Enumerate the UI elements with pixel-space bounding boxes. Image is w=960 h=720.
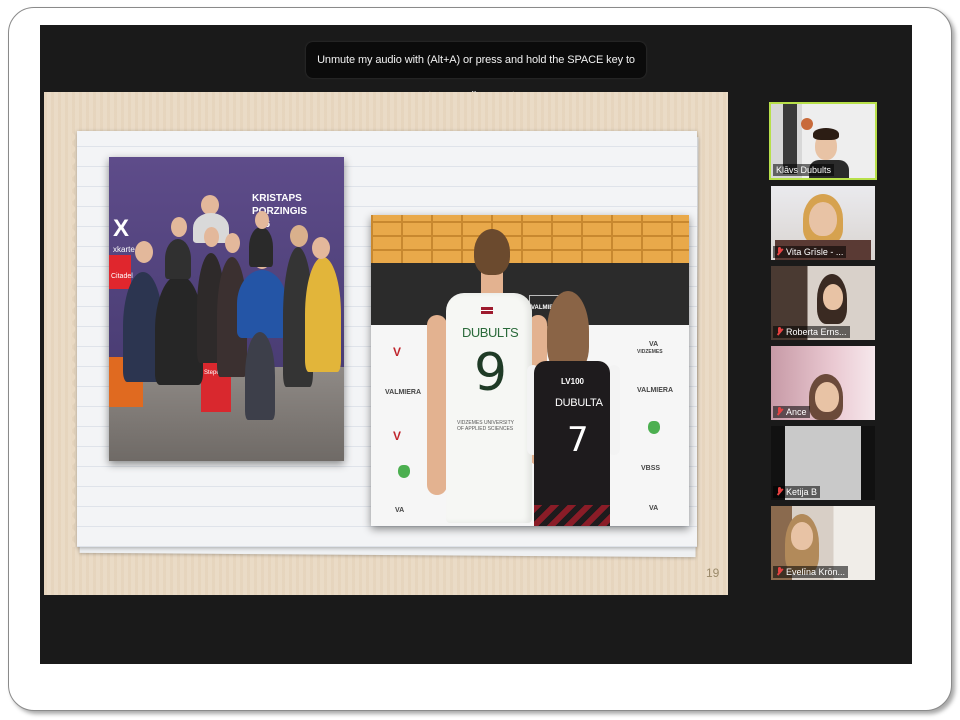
participant-label-4: Ance bbox=[773, 406, 810, 418]
participant-name-6: Evelīna Krōn... bbox=[786, 567, 846, 577]
participant-label-6: Evelīna Krōn... bbox=[773, 566, 849, 578]
group-photo: X xkarte.lv Citadel KRISTAPS PORZINGIS 9… bbox=[109, 157, 344, 461]
basketball-photo: VALMIERA V VALMIERA V VA VA VIDZEMES VAL… bbox=[371, 215, 689, 526]
brand-logo: X bbox=[113, 215, 130, 242]
player2-top-text: LV100 bbox=[561, 377, 584, 386]
participant-tile-2[interactable]: Vita Grīsle - ... bbox=[771, 186, 875, 260]
player2-number: 7 bbox=[567, 420, 589, 460]
player1-name: DUBULTS bbox=[462, 325, 519, 340]
sponsor-logo-vbss: VBSS bbox=[641, 465, 661, 472]
participant-label-3: Roberta Erns... bbox=[773, 326, 850, 338]
participant-name-3: Roberta Erns... bbox=[786, 327, 847, 337]
participant-name-2: Vita Grīsle - ... bbox=[786, 247, 844, 257]
participant-tile-5[interactable]: Ketija B bbox=[771, 426, 875, 500]
participant-tile-1[interactable]: Klāvs Dubults bbox=[769, 102, 877, 180]
participant-label-5: Ketija B bbox=[773, 486, 821, 498]
muted-mic-icon bbox=[776, 567, 783, 576]
participant-tile-6[interactable]: Evelīna Krōn... bbox=[771, 506, 875, 580]
banner-line-1: KRISTAPS bbox=[252, 193, 302, 204]
player1-number: 9 bbox=[474, 343, 508, 403]
muted-mic-icon bbox=[776, 487, 783, 496]
participant-name-4: Ance bbox=[786, 407, 807, 417]
torn-paper-edge bbox=[71, 131, 85, 547]
participant-name-5: Ketija B bbox=[786, 487, 818, 497]
sponsor-logo-right: VALMIERA bbox=[637, 387, 674, 394]
sponsor-logo-vidzemes: VIDZEMES bbox=[637, 349, 663, 355]
muted-mic-icon bbox=[776, 327, 783, 336]
player1-sponsor: VIDZEMES UNIVERSITY OF APPLIED SCIENCES bbox=[457, 420, 514, 432]
participant-label-2: Vita Grīsle - ... bbox=[773, 246, 847, 258]
participant-tile-4[interactable]: Ance bbox=[771, 346, 875, 420]
participant-tile-3[interactable]: Roberta Erns... bbox=[771, 266, 875, 340]
player2-name: DUBULTA bbox=[555, 397, 603, 409]
muted-mic-icon bbox=[776, 407, 783, 416]
unmute-notification: Unmute my audio with (Alt+A) or press an… bbox=[306, 42, 646, 102]
red-panel-text: Citadel bbox=[111, 273, 133, 280]
muted-mic-icon bbox=[776, 247, 783, 256]
slide-number: 19 bbox=[706, 566, 720, 580]
sponsor-logo-left: VALMIERA bbox=[385, 389, 422, 396]
participant-name-1: Klāvs Dubults bbox=[773, 164, 835, 176]
